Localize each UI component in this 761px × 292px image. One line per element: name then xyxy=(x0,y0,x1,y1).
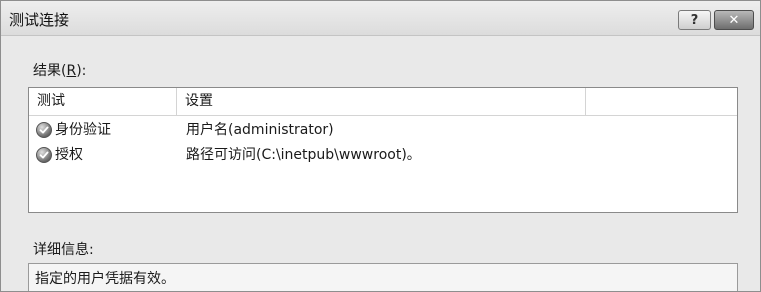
close-button[interactable]: ✕ xyxy=(714,10,754,30)
details-label: 详细信息: xyxy=(33,242,94,258)
test-connection-dialog: 测试连接 ? ✕ 结果(R): 测试 设置 身份验证 用户名(administr… xyxy=(0,0,761,292)
check-circle-icon xyxy=(36,122,52,138)
test-name: 授权 xyxy=(55,147,83,163)
details-text: 指定的用户凭据有效。 xyxy=(35,271,175,287)
test-setting: 路径可访问(C:\inetpub\wwwroot)。 xyxy=(186,147,421,163)
column-header-empty[interactable] xyxy=(586,88,737,115)
test-setting: 用户名(administrator) xyxy=(186,122,334,138)
list-item[interactable]: 身份验证 用户名(administrator) xyxy=(29,118,737,142)
title-bar: 测试连接 ? ✕ xyxy=(1,1,760,36)
column-header-test[interactable]: 测试 xyxy=(29,88,177,115)
close-icon: ✕ xyxy=(728,12,740,28)
help-button[interactable]: ? xyxy=(678,10,711,30)
check-circle-icon xyxy=(36,147,52,163)
list-header: 测试 设置 xyxy=(29,88,737,116)
details-textbox[interactable]: 指定的用户凭据有效。 xyxy=(28,263,738,291)
column-header-setting[interactable]: 设置 xyxy=(177,88,586,115)
test-name: 身份验证 xyxy=(55,122,111,138)
results-list[interactable]: 测试 设置 身份验证 用户名(administrator) 授权 路径可访问(C… xyxy=(28,87,738,213)
help-icon: ? xyxy=(690,12,699,28)
list-item[interactable]: 授权 路径可访问(C:\inetpub\wwwroot)。 xyxy=(29,143,737,167)
results-label: 结果(R): xyxy=(33,63,87,79)
dialog-title: 测试连接 xyxy=(9,11,70,29)
